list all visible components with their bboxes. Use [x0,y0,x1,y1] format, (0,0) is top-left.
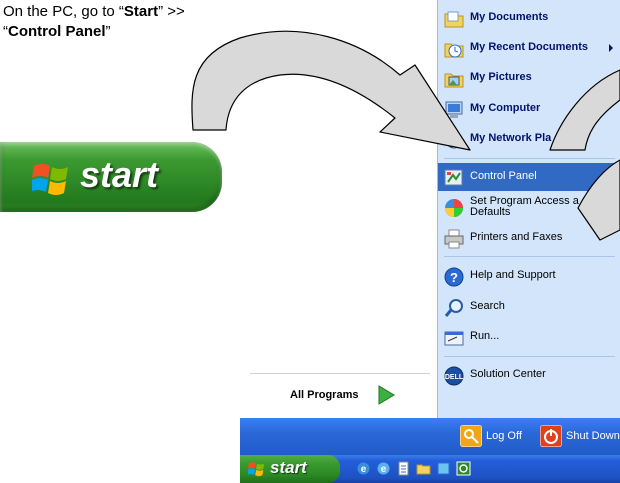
pictures-icon [444,73,464,88]
all-programs-arrow-icon[interactable] [376,384,396,406]
instruction-text: On the PC, go to “Start” >> “Control Pan… [3,2,185,42]
quicklaunch-folder-icon[interactable] [416,461,431,476]
menu-item-my-recent-documents[interactable]: My Recent Documents [438,34,620,62]
quicklaunch-browser-icon[interactable]: e [376,461,391,476]
windows-flag-icon [248,462,265,477]
start-button-zoomed[interactable]: start [0,142,222,212]
menu-separator [444,256,615,257]
start-menu-footer: Log Off Shut Down [240,418,620,455]
svg-text:DELL: DELL [445,374,464,381]
start-label: start [80,154,159,195]
printer-icon [444,229,464,249]
dell-logo-icon: DELL [444,366,464,386]
quicklaunch-ie-icon[interactable]: e [356,461,371,476]
control-panel-icon [444,169,463,186]
quicklaunch-document-icon[interactable] [396,461,411,476]
taskbar-start-button[interactable]: start [240,455,340,483]
shut-down-icon [540,425,562,447]
svg-text:e: e [381,464,387,475]
menu-separator [444,356,615,357]
menu-item-run[interactable]: Run... [438,323,620,351]
all-programs-label[interactable]: All Programs [290,389,358,401]
menu-item-my-pictures[interactable]: My Pictures [438,64,620,92]
svg-text:?: ? [450,270,458,285]
instruction-line-1: On the PC, go to “Start” >> [3,3,185,20]
computer-icon [445,101,463,118]
menu-item-search[interactable]: Search [438,293,620,321]
menu-item-printers-and-faxes[interactable]: Printers and Faxes [438,224,620,252]
menu-item-set-program-access[interactable]: Set Program Access a Defaults [438,193,620,221]
run-icon [444,331,464,346]
taskbar: start e e [240,455,620,483]
menu-item-solution-center[interactable]: DELL Solution Center [438,361,620,389]
quicklaunch-app-icon[interactable] [436,461,451,476]
svg-text:e: e [361,464,367,475]
start-menu-right-column: My Documents My Recent Documents My Pict… [437,0,620,418]
network-places-icon [445,131,463,149]
menu-item-my-network-places[interactable]: My Network Pla [438,125,620,153]
menu-item-my-computer[interactable]: My Computer [438,95,620,123]
instruction-line-2: “Control Panel” [3,23,111,40]
recent-documents-icon [444,43,464,58]
menu-item-my-documents[interactable]: My Documents [438,4,620,32]
windows-flag-icon [32,164,68,195]
taskbar-start-label: start [270,458,307,477]
menu-separator [444,158,615,159]
menu-item-control-panel[interactable]: Control Panel [438,163,620,191]
log-off-icon [460,425,482,447]
submenu-arrow-icon [609,44,613,52]
start-menu-left-column: All Programs [240,373,437,418]
folder-documents-icon [444,11,464,28]
program-access-icon [445,199,463,217]
search-icon [444,299,463,317]
curved-arrow-to-control-panel [191,30,471,151]
quicklaunch-media-icon[interactable] [456,461,471,476]
help-icon: ? [444,267,464,287]
program-access-line-2: Defaults [470,206,511,218]
menu-item-help-and-support[interactable]: ? Help and Support [438,262,620,290]
menu-separator [250,373,430,374]
